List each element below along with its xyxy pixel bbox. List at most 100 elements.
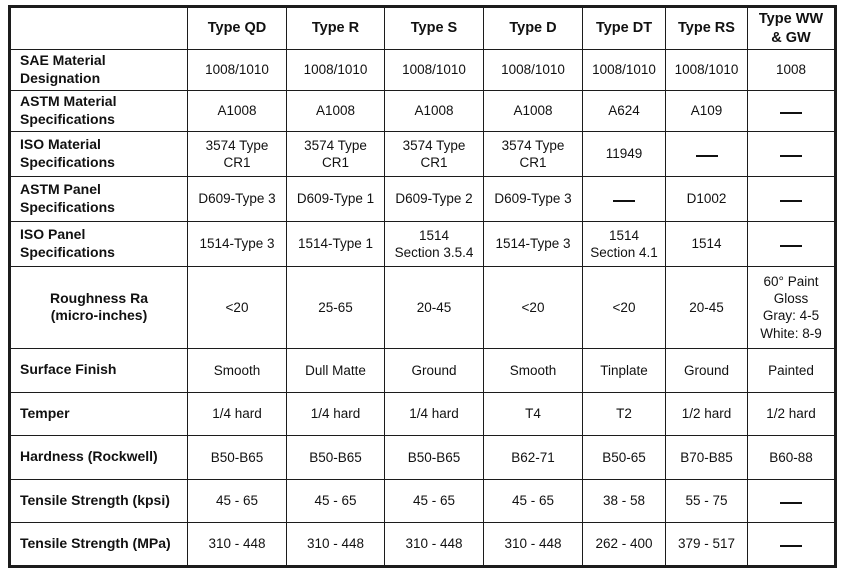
- cell-astm-material-rs: A109: [665, 89, 748, 132]
- cell-temper-dt: T2: [582, 391, 666, 436]
- cell-iso-material-d: 3574 Type CR1: [483, 130, 583, 177]
- cell-tensile-kpsi-r: 45 - 65: [286, 478, 385, 523]
- row-header-tensile-strength-kpsi: Tensile Strength (kpsi): [9, 478, 188, 523]
- cell-iso-panel-qd: 1514-Type 3: [187, 220, 287, 267]
- cell-roughness-qd: <20: [187, 265, 287, 349]
- cell-surface-finish-r: Dull Matte: [286, 347, 385, 393]
- cell-astm-panel-rs: D1002: [665, 175, 748, 222]
- cell-astm-panel-dt: [582, 175, 666, 222]
- cell-tensile-kpsi-d: 45 - 65: [483, 478, 583, 523]
- cell-tensile-mpa-qd: 310 - 448: [187, 521, 287, 567]
- cell-hardness-rs: B70-B85: [665, 434, 748, 480]
- cell-surface-finish-ww: Painted: [747, 347, 836, 393]
- cell-surface-finish-dt: Tinplate: [582, 347, 666, 393]
- cell-hardness-qd: B50-B65: [187, 434, 287, 480]
- cell-temper-r: 1/4 hard: [286, 391, 385, 436]
- table-row: ISO Material Specifications 3574 Type CR…: [9, 130, 836, 177]
- table-body: SAE Material Designation 1008/1010 1008/…: [9, 49, 836, 567]
- cell-tensile-mpa-dt: 262 - 400: [582, 521, 666, 567]
- not-applicable-dash-icon: [780, 154, 802, 157]
- not-applicable-dash-icon: [613, 199, 635, 202]
- table-row: Tensile Strength (kpsi) 45 - 65 45 - 65 …: [9, 478, 836, 523]
- not-applicable-dash-icon: [780, 501, 802, 504]
- row-header-tensile-strength-mpa: Tensile Strength (MPa): [9, 521, 188, 567]
- cell-roughness-rs: 20-45: [665, 265, 748, 349]
- column-header-type-dt: Type DT: [582, 5, 666, 51]
- column-header-type-r: Type R: [286, 5, 385, 51]
- table-row: Tensile Strength (MPa) 310 - 448 310 - 4…: [9, 521, 836, 567]
- table-header: Type QD Type R Type S Type D Type DT Typ…: [9, 5, 836, 51]
- cell-sae-rs: 1008/1010: [665, 49, 748, 91]
- not-applicable-dash-icon: [780, 244, 802, 247]
- material-specification-table: Type QD Type R Type S Type D Type DT Typ…: [8, 5, 837, 568]
- cell-sae-ww: 1008: [747, 49, 836, 91]
- cell-roughness-s: 20-45: [384, 265, 484, 349]
- row-header-iso-material-specifications: ISO Material Specifications: [9, 130, 188, 177]
- row-header-iso-panel-specifications: ISO Panel Specifications: [9, 220, 188, 267]
- cell-astm-material-d: A1008: [483, 89, 583, 132]
- cell-tensile-kpsi-rs: 55 - 75: [665, 478, 748, 523]
- cell-temper-qd: 1/4 hard: [187, 391, 287, 436]
- row-header-temper: Temper: [9, 391, 188, 436]
- table-row: ISO Panel Specifications 1514-Type 3 151…: [9, 220, 836, 267]
- cell-astm-panel-s: D609-Type 2: [384, 175, 484, 222]
- cell-astm-material-ww: [747, 89, 836, 132]
- row-header-astm-material-specifications: ASTM Material Specifications: [9, 89, 188, 132]
- not-applicable-dash-icon: [695, 154, 718, 157]
- cell-astm-material-dt: A624: [582, 89, 666, 132]
- column-header-type-ww-gw: Type WW & GW: [747, 5, 836, 51]
- cell-tensile-mpa-r: 310 - 448: [286, 521, 385, 567]
- cell-sae-qd: 1008/1010: [187, 49, 287, 91]
- column-header-type-d: Type D: [483, 5, 583, 51]
- cell-temper-d: T4: [483, 391, 583, 436]
- row-header-roughness-ra: Roughness Ra (micro-inches): [9, 265, 188, 349]
- not-applicable-dash-icon: [780, 111, 802, 114]
- cell-sae-s: 1008/1010: [384, 49, 484, 91]
- cell-surface-finish-d: Smooth: [483, 347, 583, 393]
- cell-iso-material-qd: 3574 Type CR1: [187, 130, 287, 177]
- cell-astm-material-r: A1008: [286, 89, 385, 132]
- table-row: ASTM Panel Specifications D609-Type 3 D6…: [9, 175, 836, 222]
- cell-sae-r: 1008/1010: [286, 49, 385, 91]
- cell-iso-panel-d: 1514-Type 3: [483, 220, 583, 267]
- column-header-type-s: Type S: [384, 5, 484, 51]
- cell-tensile-kpsi-dt: 38 - 58: [582, 478, 666, 523]
- cell-sae-dt: 1008/1010: [582, 49, 666, 91]
- cell-tensile-mpa-s: 310 - 448: [384, 521, 484, 567]
- not-applicable-dash-icon: [780, 199, 802, 202]
- cell-astm-panel-qd: D609-Type 3: [187, 175, 287, 222]
- cell-iso-material-dt: 11949: [582, 130, 666, 177]
- cell-hardness-dt: B50-65: [582, 434, 666, 480]
- cell-tensile-mpa-ww: [747, 521, 836, 567]
- table-row: SAE Material Designation 1008/1010 1008/…: [9, 49, 836, 91]
- cell-roughness-d: <20: [483, 265, 583, 349]
- cell-iso-material-s: 3574 Type CR1: [384, 130, 484, 177]
- cell-temper-rs: 1/2 hard: [665, 391, 748, 436]
- cell-sae-d: 1008/1010: [483, 49, 583, 91]
- table-corner-cell: [9, 6, 188, 51]
- cell-temper-ww: 1/2 hard: [747, 391, 836, 436]
- cell-surface-finish-s: Ground: [384, 347, 484, 393]
- cell-hardness-ww: B60-88: [747, 434, 836, 480]
- cell-hardness-s: B50-B65: [384, 434, 484, 480]
- cell-tensile-mpa-rs: 379 - 517: [665, 521, 748, 567]
- cell-tensile-mpa-d: 310 - 448: [483, 521, 583, 567]
- table-row: Roughness Ra (micro-inches) <20 25-65 20…: [9, 265, 836, 349]
- cell-iso-material-r: 3574 Type CR1: [286, 130, 385, 177]
- cell-temper-s: 1/4 hard: [384, 391, 484, 436]
- cell-astm-panel-r: D609-Type 1: [286, 175, 385, 222]
- cell-iso-panel-dt: 1514 Section 4.1: [582, 220, 666, 267]
- cell-surface-finish-qd: Smooth: [187, 347, 287, 393]
- row-header-astm-panel-specifications: ASTM Panel Specifications: [9, 175, 188, 222]
- cell-roughness-ww: 60° Paint Gloss Gray: 4-5 White: 8-9: [747, 265, 836, 349]
- table-row: ASTM Material Specifications A1008 A1008…: [9, 89, 836, 132]
- cell-iso-material-ww: [747, 130, 836, 177]
- column-header-type-rs: Type RS: [665, 5, 748, 51]
- cell-surface-finish-rs: Ground: [665, 347, 748, 393]
- cell-iso-panel-r: 1514-Type 1: [286, 220, 385, 267]
- not-applicable-dash-icon: [780, 544, 802, 547]
- cell-iso-material-rs: [665, 130, 748, 177]
- cell-tensile-kpsi-s: 45 - 65: [384, 478, 484, 523]
- table-row: Temper 1/4 hard 1/4 hard 1/4 hard T4 T2 …: [9, 391, 836, 436]
- column-header-type-qd: Type QD: [187, 5, 287, 51]
